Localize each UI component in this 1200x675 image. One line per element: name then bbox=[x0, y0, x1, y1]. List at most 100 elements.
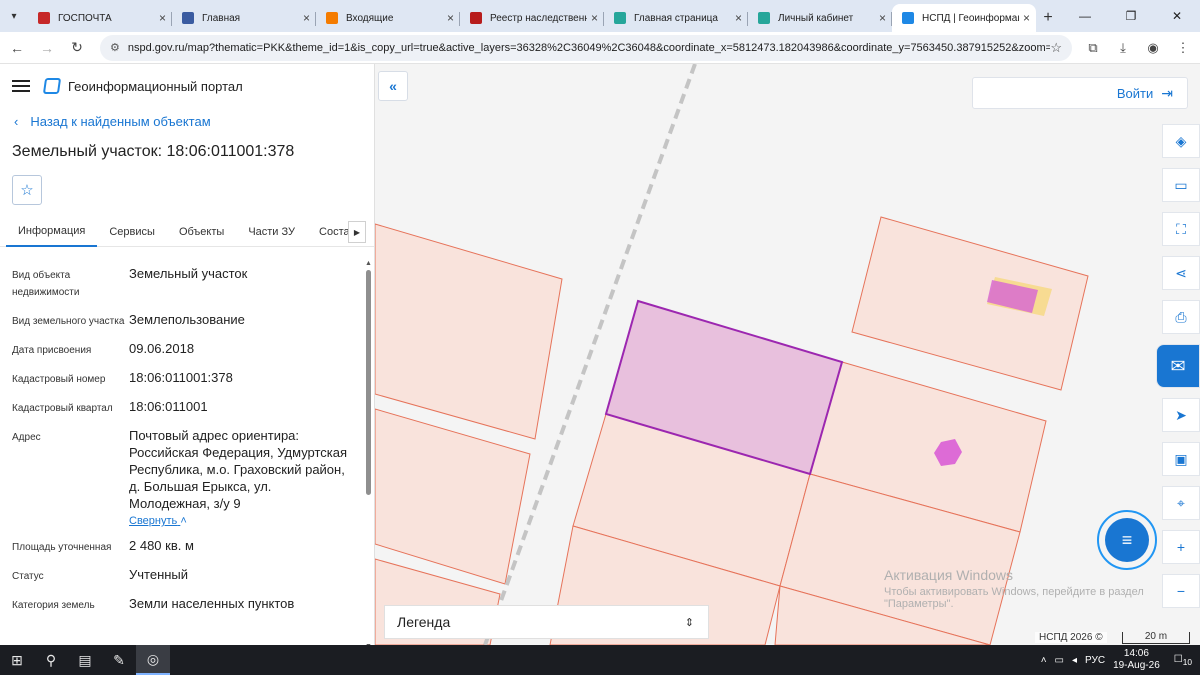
parcel[interactable] bbox=[375, 408, 531, 585]
bookmark-star-icon[interactable]: ☆ bbox=[1050, 40, 1062, 56]
scrollbar-thumb[interactable] bbox=[366, 270, 371, 495]
close-tab-icon[interactable]: × bbox=[879, 11, 886, 25]
browser-tab[interactable]: ГОСПОЧТА × bbox=[28, 4, 172, 32]
tab-information[interactable]: Информация bbox=[6, 217, 98, 247]
windows-activation-watermark: Активация Windows Чтобы активировать Win… bbox=[884, 567, 1144, 610]
location-pin-icon[interactable]: ⌖ bbox=[1162, 486, 1200, 520]
parcel[interactable] bbox=[851, 216, 1089, 391]
windows-taskbar: ⊞ ⚲ ▤ ✎ ◎ ˄ ▭ ◂ РУС 14:06 19-Aug-26 ☐10 bbox=[0, 645, 1200, 675]
object-title: Земельный участок: 18:06:011001:378 bbox=[12, 143, 295, 160]
chevron-left-icon: ‹ bbox=[14, 114, 19, 129]
reload-icon[interactable]: ↻ bbox=[64, 35, 90, 61]
portal-logo-icon bbox=[42, 78, 62, 94]
info-sidebar: Геоинформационный портал ‹ Назад к найде… bbox=[0, 64, 375, 645]
expand-collapse-icon: ⇕ bbox=[684, 616, 694, 629]
chevron-up-icon: ˄ bbox=[180, 515, 187, 527]
sidebar-scrollbar[interactable]: ▲ ▼ bbox=[365, 260, 372, 645]
tab-favicon bbox=[182, 12, 194, 24]
app-header: Геоинформационный портал bbox=[0, 64, 374, 108]
map-toolbar: ◈ ▭ ⛶ ⋖ ⎙ ✉ ➤ ▣ ⌖ + − bbox=[1156, 124, 1200, 618]
select-area-icon[interactable]: ⛶ bbox=[1162, 212, 1200, 246]
browser-tab[interactable]: Реестр наследственных× bbox=[460, 4, 604, 32]
navigation-arrow-icon[interactable]: ➤ bbox=[1162, 398, 1200, 432]
property-row: Кадастровый квартал 18:06:011001 bbox=[12, 399, 208, 414]
new-tab-plus-icon[interactable]: + bbox=[1036, 4, 1060, 32]
tab-services[interactable]: Сервисы bbox=[97, 217, 167, 247]
back-to-results-link[interactable]: ‹ Назад к найденным объектам bbox=[0, 114, 374, 129]
tab-favicon bbox=[614, 12, 626, 24]
star-icon: ☆ bbox=[20, 182, 34, 199]
site-info-icon[interactable]: ⚙ bbox=[110, 41, 120, 54]
collapse-panel-button[interactable]: « bbox=[378, 71, 408, 101]
property-row-address: Адрес Почтовый адрес ориентира: Российска… bbox=[12, 428, 348, 511]
cadastral-map-svg bbox=[375, 64, 1089, 645]
browser-tab[interactable]: Входящие × bbox=[316, 4, 460, 32]
restore-icon[interactable]: ❐ bbox=[1108, 0, 1154, 32]
close-tab-icon[interactable]: × bbox=[1023, 11, 1030, 25]
share-icon[interactable]: ⋖ bbox=[1162, 256, 1200, 290]
tab-parcel-parts[interactable]: Части ЗУ bbox=[236, 217, 307, 247]
map-canvas[interactable]: « Войти ⇥ ◈ ▭ ⛶ ⋖ ⎙ ✉ ➤ ▣ ⌖ + − ≡ Актива… bbox=[375, 64, 1200, 645]
tab-favicon bbox=[902, 12, 914, 24]
download-icon[interactable]: ⤓ bbox=[1108, 40, 1138, 56]
tab-favicon bbox=[38, 12, 50, 24]
tab-favicon bbox=[326, 12, 338, 24]
close-tab-icon[interactable]: × bbox=[591, 11, 598, 25]
feedback-icon[interactable]: ✉ bbox=[1156, 344, 1200, 388]
windows-start-icon[interactable]: ⊞ bbox=[0, 645, 34, 675]
browser-tab[interactable]: Личный кабинет × bbox=[748, 4, 892, 32]
print-icon[interactable]: ⎙ bbox=[1162, 300, 1200, 334]
favorite-star-button[interactable]: ☆ bbox=[12, 175, 42, 205]
property-row: Площадь уточненная 2 480 кв. м bbox=[12, 538, 194, 553]
chrome-icon[interactable]: ◎ bbox=[136, 645, 170, 675]
scroll-up-arrow-icon[interactable]: ▲ bbox=[365, 260, 372, 267]
profile-icon[interactable]: ◉ bbox=[1138, 40, 1168, 56]
keyboard-language[interactable]: РУС bbox=[1085, 655, 1105, 666]
tab-search-chevron-icon[interactable]: ▾ bbox=[0, 2, 28, 30]
back-link-label: Назад к найденным объектам bbox=[30, 114, 211, 129]
notifications-icon[interactable]: ☐10 bbox=[1174, 654, 1192, 667]
property-row: Статус Учтенный bbox=[12, 567, 189, 582]
close-tab-icon[interactable]: × bbox=[303, 11, 310, 25]
address-bar[interactable]: ⚙ nspd.gov.ru/map?thematic=PKK&theme_id=… bbox=[100, 34, 1072, 61]
app-icon[interactable]: ✎ bbox=[102, 645, 136, 675]
window-controls: — ❐ ✕ bbox=[1062, 0, 1200, 32]
close-window-icon[interactable]: ✕ bbox=[1154, 0, 1200, 32]
back-arrow-icon[interactable]: ← bbox=[4, 35, 30, 61]
volume-icon[interactable]: ◂ bbox=[1072, 655, 1077, 666]
network-icon[interactable]: ▭ bbox=[1055, 655, 1064, 666]
browser-tab[interactable]: Главная страница × bbox=[604, 4, 748, 32]
map-attribution: НСПД 2026 © bbox=[1035, 632, 1107, 643]
tab-favicon bbox=[758, 12, 770, 24]
browser-tab[interactable]: Главная × bbox=[172, 4, 316, 32]
tab-objects[interactable]: Объекты bbox=[167, 217, 236, 247]
close-tab-icon[interactable]: × bbox=[159, 11, 166, 25]
chat-bubble-icon: ≡ bbox=[1105, 518, 1149, 562]
collapse-link[interactable]: Свернуть ˄ bbox=[129, 515, 374, 527]
forward-arrow-icon[interactable]: → bbox=[34, 35, 60, 61]
search-icon[interactable]: ⚲ bbox=[34, 645, 68, 675]
task-view-icon[interactable]: ▤ bbox=[68, 645, 102, 675]
minimize-icon[interactable]: — bbox=[1062, 0, 1108, 32]
close-tab-icon[interactable]: × bbox=[735, 11, 742, 25]
zoom-in-icon[interactable]: + bbox=[1162, 530, 1200, 564]
chat-widget-button[interactable]: ≡ bbox=[1097, 510, 1157, 570]
minimap-icon[interactable]: ▣ bbox=[1162, 442, 1200, 476]
tray-expand-icon[interactable]: ˄ bbox=[1041, 655, 1047, 666]
browser-tab-strip: ▾ ГОСПОЧТА × Главная × Входящие × Реестр на… bbox=[0, 0, 1200, 32]
legend-dropdown[interactable]: Легенда ⇕ bbox=[384, 605, 709, 639]
browser-menu-icon[interactable]: ⋮ bbox=[1168, 40, 1198, 56]
tabs-scroll-right-icon[interactable]: ▶ bbox=[348, 221, 366, 243]
menu-hamburger-icon[interactable] bbox=[12, 80, 30, 92]
parcel[interactable] bbox=[375, 223, 563, 440]
ruler-icon[interactable]: ▭ bbox=[1162, 168, 1200, 202]
login-button[interactable]: Войти ⇥ bbox=[972, 77, 1188, 109]
extensions-icon[interactable]: ⧉ bbox=[1078, 40, 1108, 56]
login-arrow-icon: ⇥ bbox=[1161, 84, 1173, 101]
browser-tab-active[interactable]: НСПД | Геоинформационный× bbox=[892, 4, 1036, 32]
url-text[interactable]: nspd.gov.ru/map?thematic=PKK&theme_id=1&… bbox=[128, 42, 1050, 54]
object-tabs: Информация Сервисы Объекты Части ЗУ Сост… bbox=[0, 217, 374, 247]
close-tab-icon[interactable]: × bbox=[447, 11, 454, 25]
layers-icon[interactable]: ◈ bbox=[1162, 124, 1200, 158]
clock[interactable]: 14:06 19-Aug-26 bbox=[1113, 648, 1160, 672]
